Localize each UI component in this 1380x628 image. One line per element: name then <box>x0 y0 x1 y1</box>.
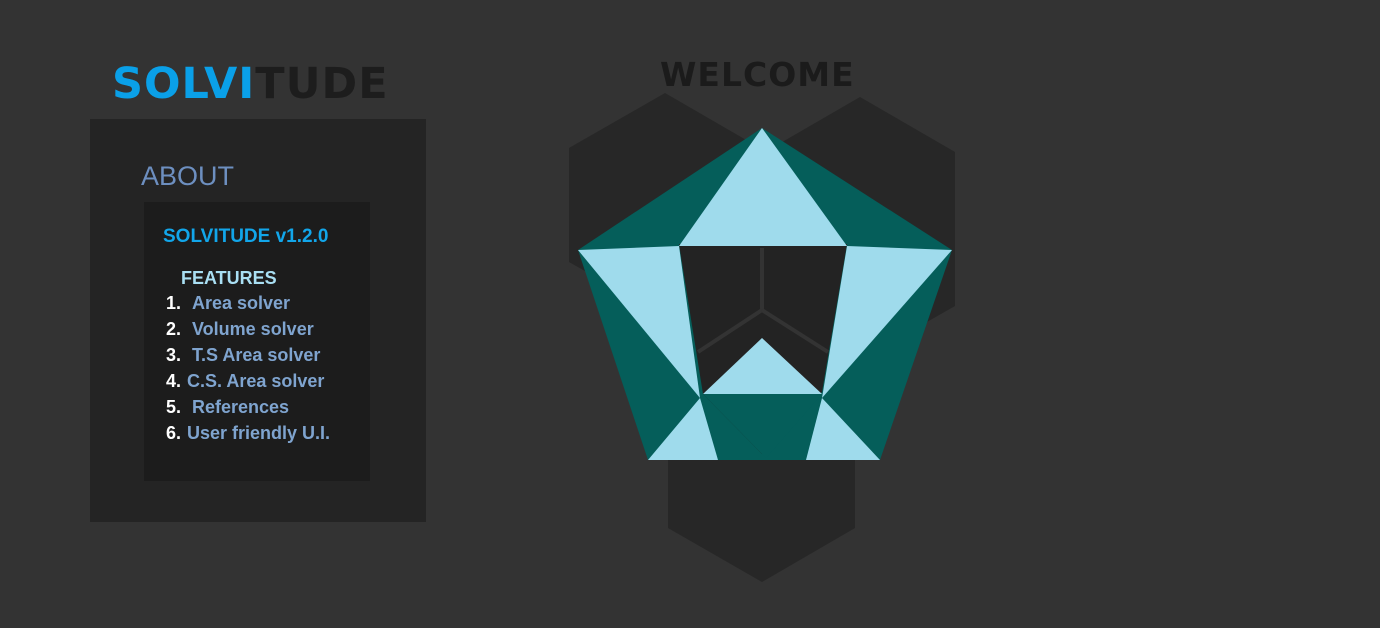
feature-number: 4. <box>166 371 182 391</box>
feature-label: User friendly U.I. <box>187 423 331 443</box>
app-logo: SOLVITUDE <box>112 58 389 110</box>
feature-item: 1. Area solver <box>166 292 330 318</box>
logo-part-solvi: SOLVI <box>112 59 256 109</box>
feature-label: References <box>192 397 290 417</box>
feature-label: Area solver <box>192 293 291 313</box>
info-box: SOLVITUDE v1.2.0 FEATURES 1. Area solver … <box>144 202 370 481</box>
feature-label: C.S. Area solver <box>187 371 325 391</box>
about-title: ABOUT <box>141 161 235 191</box>
solvitude-emblem <box>569 93 955 582</box>
feature-item: 5. References <box>166 396 330 422</box>
feature-number: 5. <box>166 397 182 417</box>
feature-number: 2. <box>166 319 182 339</box>
feature-number: 1. <box>166 293 182 313</box>
features-title: FEATURES <box>181 268 277 288</box>
logo-part-tude: TUDE <box>255 59 389 109</box>
feature-item: 6. User friendly U.I. <box>166 422 330 448</box>
feature-item: 2. Volume solver <box>166 318 330 344</box>
feature-number: 3. <box>166 345 182 365</box>
about-panel: ABOUT SOLVITUDE v1.2.0 FEATURES 1. Area s… <box>90 119 426 522</box>
feature-item: 3. T.S Area solver <box>166 344 330 370</box>
feature-label: T.S Area solver <box>192 345 321 365</box>
feature-label: Volume solver <box>192 319 314 339</box>
feature-number: 6. <box>166 423 182 443</box>
feature-item: 4. C.S. Area solver <box>166 370 330 396</box>
version-label: SOLVITUDE v1.2.0 <box>163 226 329 247</box>
features-list: 1. Area solver 2. Volume solver 3. T.S Area… <box>166 292 330 448</box>
